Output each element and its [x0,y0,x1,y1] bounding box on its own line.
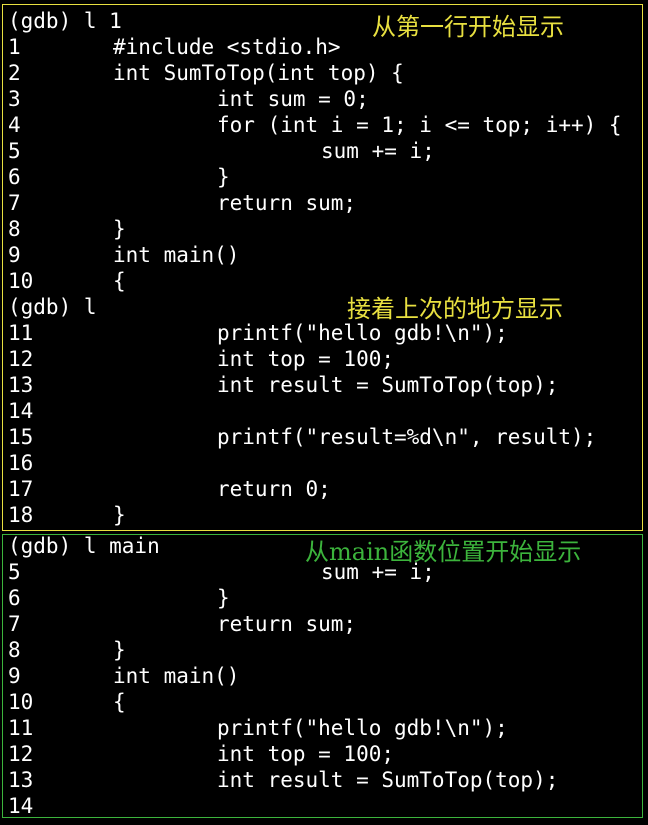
code-line: int main() [113,664,240,688]
line-number: 13 [8,373,34,397]
code-line: { [113,690,126,714]
code-line: for (int i = 1; i <= top; i++) { [217,113,622,137]
code-line: printf("hello gdb!\n"); [217,321,508,345]
line-number: 7 [8,612,21,636]
line-number: 14 [8,794,34,818]
code-line: int result = SumToTop(top); [217,768,559,792]
code-line: int result = SumToTop(top); [217,373,559,397]
line-number: 15 [8,425,34,449]
line-number: 9 [8,664,21,688]
line-number: 5 [8,139,21,163]
line-number: 12 [8,742,34,766]
code-line: int main() [113,243,240,267]
gdb-command-list-continue: (gdb) l [8,295,97,319]
code-line: } [217,165,230,189]
line-number: 9 [8,243,21,267]
line-number: 3 [8,87,21,111]
line-number: 10 [8,690,34,714]
line-number: 8 [8,217,21,241]
code-line: sum += i; [321,560,435,584]
line-number: 16 [8,451,34,475]
gdb-command-list-main: (gdb) l main [8,534,160,558]
code-line: return sum; [217,191,357,215]
line-number: 13 [8,768,34,792]
code-line: sum += i; [321,139,435,163]
code-line: } [113,217,126,241]
annotation-start-first-line: 从第一行开始显示 [372,13,564,41]
line-number: 2 [8,61,21,85]
line-number: 7 [8,191,21,215]
line-number: 4 [8,113,21,137]
code-line: return sum; [217,612,357,636]
code-line: } [113,503,126,527]
line-number: 6 [8,586,21,610]
code-line: int top = 100; [217,742,395,766]
code-line: printf("result=%d\n", result); [217,425,597,449]
code-line: return 0; [217,477,331,501]
code-line: } [113,638,126,662]
line-number: 18 [8,503,34,527]
code-line: int sum = 0; [217,87,369,111]
code-line: { [113,269,126,293]
line-number: 14 [8,399,34,423]
line-number: 10 [8,269,34,293]
line-number: 8 [8,638,21,662]
code-line: #include <stdio.h> [113,35,341,59]
line-number: 17 [8,477,34,501]
annotation-continue-listing: 接着上次的地方显示 [347,295,563,323]
line-number: 5 [8,560,21,584]
line-number: 12 [8,347,34,371]
gdb-command-list-1: (gdb) l 1 [8,9,122,33]
code-line: } [217,586,230,610]
line-number: 11 [8,321,34,345]
code-line: int SumToTop(int top) { [113,61,404,85]
line-number: 6 [8,165,21,189]
line-number: 1 [8,35,21,59]
code-line: printf("hello gdb!\n"); [217,716,508,740]
code-line: int top = 100; [217,347,395,371]
line-number: 11 [8,716,34,740]
